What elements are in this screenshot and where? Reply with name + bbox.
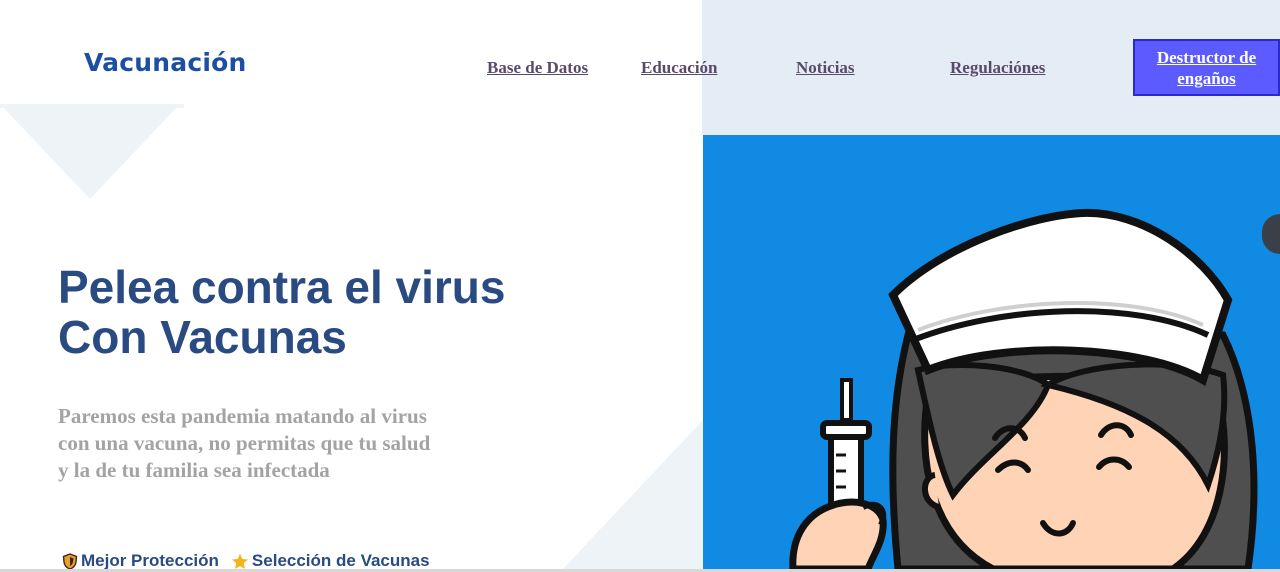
hero-title: Pelea contra el virus Con Vacunas [58,262,505,362]
cta-label-line1: Destructor de [1156,48,1257,67]
destructor-de-enganos-button[interactable]: Destructor de engaños [1133,39,1280,96]
hero-subtitle-line1: Paremos esta pandemia matando al virus [58,404,427,428]
nav-link-noticias[interactable]: Noticias [796,58,855,78]
feature-mejor-proteccion: Mejor Protección [62,551,219,571]
nav-link-regulaciones[interactable]: Regulaciónes [950,58,1045,78]
star-icon [231,553,249,570]
page: Vacunación Base de Datos Educación Notic… [0,0,1280,572]
feature-label: Selección de Vacunas [251,551,430,570]
nurse-illustration [703,135,1280,569]
hero-title-line2: Con Vacunas [58,311,347,363]
decorative-triangle [0,104,180,199]
feature-seleccion-de-vacunas: Selección de Vacunas [231,551,430,571]
feature-label: Mejor Protección [81,551,219,570]
nav-link-base-de-datos[interactable]: Base de Datos [487,58,588,78]
nav-link-educacion[interactable]: Educación [641,58,718,78]
cta-label-line2: engaños [1177,69,1236,88]
hero-subtitle-line2: con una vacuna, no permitas que tu salud [58,431,431,455]
feature-list: Mejor Protección Selección de Vacunas [62,551,430,571]
hero-subtitle-line3: y la de tu familia sea infectada [58,458,330,482]
hero-subtitle: Paremos esta pandemia matando al virus c… [58,403,498,484]
shield-icon [62,552,78,570]
decorative-triangle-bottom [560,420,703,572]
site-logo[interactable]: Vacunación [84,48,247,77]
hero-title-line1: Pelea contra el virus [58,261,506,313]
